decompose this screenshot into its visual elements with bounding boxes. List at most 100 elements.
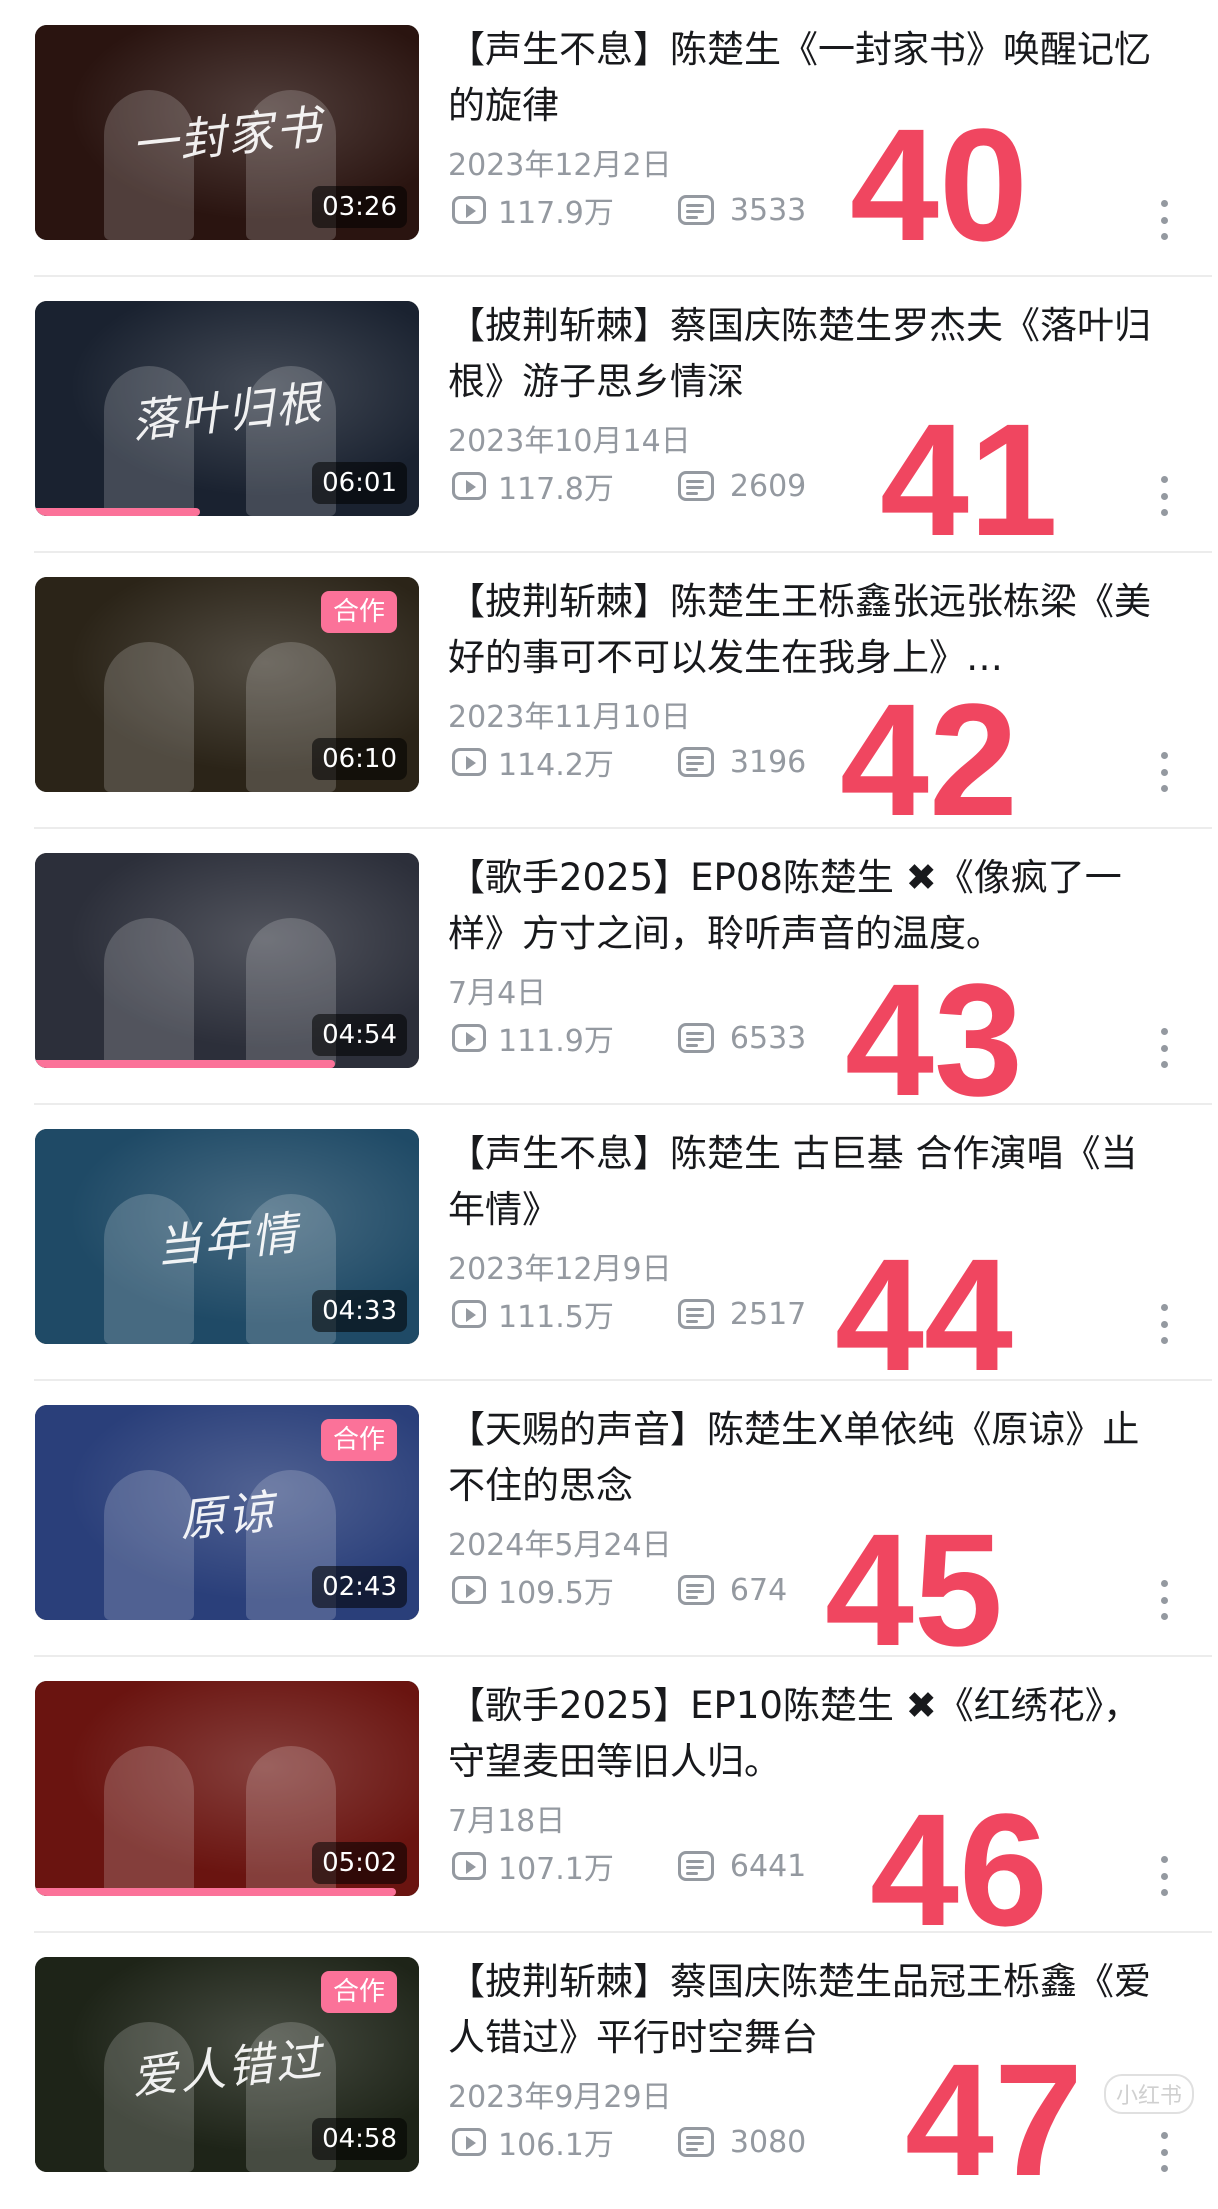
video-duration: 04:54	[312, 1014, 407, 1056]
more-dot	[1160, 1028, 1168, 1035]
video-stats: 111.5万 2517	[452, 1294, 870, 1335]
collab-badge: 合作	[320, 591, 397, 633]
more-dot	[1160, 1044, 1168, 1052]
video-thumbnail[interactable]: 爱人错过 合作 04:58	[35, 1957, 419, 2172]
view-count-value: 111.5万	[498, 1300, 614, 1335]
video-stats: 111.9万 6533	[452, 1016, 870, 1060]
video-thumbnail[interactable]: 原谅 合作 02:43	[35, 1405, 419, 1620]
danmaku-count: 3080	[677, 2124, 807, 2160]
danmaku-icon	[677, 1299, 714, 1329]
danmaku-count-value: 3080	[729, 2124, 807, 2160]
video-thumbnail[interactable]: 一封家书 03:26	[35, 25, 419, 240]
watch-progress-bar	[35, 508, 201, 516]
danmaku-count-value: 2517	[729, 1296, 807, 1332]
view-count-value: 106.1万	[498, 2128, 614, 2163]
rank-number: 44	[835, 1225, 1013, 1404]
video-date: 7月4日	[448, 976, 547, 1011]
danmaku-count: 6441	[677, 1849, 806, 1884]
more-dot	[1160, 200, 1168, 207]
video-list-item[interactable]: 当年情 04:33 【声生不息】陈楚生 古巨基 合作演唱《当年情》 2023年12月9…	[0, 1104, 1218, 1381]
video-duration: 03:26	[312, 186, 407, 228]
more-vertical-icon[interactable]	[1160, 1304, 1168, 1344]
more-vertical-icon[interactable]	[1160, 476, 1168, 516]
video-stats: 107.1万 6441	[452, 1844, 870, 1888]
video-stats: 106.1万 3080	[452, 2122, 870, 2163]
danmaku-count-value: 6533	[729, 1020, 807, 1056]
danmaku-icon	[677, 471, 714, 501]
video-title[interactable]: 【天赐的声音】陈楚生X单依纯《原谅》止不住的思念	[448, 1402, 1168, 1514]
video-title[interactable]: 【歌手2025】EP08陈楚生 ✖《像疯了一样》方寸之间，聆听声音的温度。	[448, 850, 1168, 962]
danmaku-icon	[677, 1851, 714, 1881]
more-vertical-icon[interactable]	[1160, 752, 1168, 792]
video-title[interactable]: 【声生不息】陈楚生 古巨基 合作演唱《当年情》	[448, 1126, 1168, 1238]
video-title[interactable]: 【披荆斩棘】陈楚生王栎鑫张远张栋梁《美好的事可不可以发生在我身上》…	[448, 574, 1168, 686]
video-thumbnail[interactable]: 合作 06:10	[35, 577, 419, 792]
video-title[interactable]: 【歌手2025】EP10陈楚生 ✖《红绣花》，守望麦田等旧人归。	[448, 1678, 1168, 1790]
more-vertical-icon[interactable]	[1160, 200, 1168, 240]
video-thumbnail[interactable]: 04:54	[35, 853, 419, 1068]
danmaku-count-value: 2609	[729, 468, 807, 504]
collab-badge: 合作	[320, 1419, 397, 1461]
view-count-value: 107.1万	[498, 1852, 614, 1887]
view-count: 117.9万	[452, 188, 614, 232]
more-dot	[1160, 492, 1168, 500]
view-count-value: 117.8万	[498, 472, 614, 507]
rank-number: 40	[850, 95, 1028, 274]
video-thumbnail[interactable]: 05:02	[35, 1681, 419, 1896]
video-date: 2023年12月2日	[448, 148, 672, 183]
more-dot	[1160, 2165, 1168, 2172]
danmaku-icon	[677, 2127, 714, 2157]
more-dot	[1160, 2132, 1168, 2139]
more-dot	[1160, 2148, 1168, 2156]
more-vertical-icon[interactable]	[1160, 1580, 1168, 1620]
video-thumbnail[interactable]: 落叶归根 06:01	[35, 301, 419, 516]
rank-number: 41	[880, 390, 1058, 569]
video-list-item[interactable]: 04:54 【歌手2025】EP08陈楚生 ✖《像疯了一样》方寸之间，聆听声音的温…	[0, 828, 1218, 1105]
thumbnail-figure	[104, 642, 195, 792]
rank-number: 42	[840, 670, 1018, 849]
more-dot	[1160, 1337, 1168, 1344]
view-count-value: 117.9万	[498, 196, 614, 231]
view-count-value: 111.9万	[498, 1024, 614, 1059]
danmaku-icon	[677, 1023, 714, 1053]
more-dot	[1160, 233, 1168, 240]
danmaku-count-value: 674	[729, 1572, 788, 1608]
video-date: 7月18日	[448, 1804, 566, 1839]
video-list-item[interactable]: 一封家书 03:26 【声生不息】陈楚生《一封家书》唤醒记忆的旋律 2023年12月2…	[0, 0, 1218, 277]
view-count: 111.9万	[452, 1016, 614, 1060]
video-list-item[interactable]: 原谅 合作 02:43 【天赐的声音】陈楚生X单依纯《原谅》止不住的思念 2024年5月…	[0, 1380, 1218, 1657]
video-stats: 109.5万 674	[452, 1568, 851, 1612]
danmaku-count: 3196	[677, 745, 806, 780]
play-count-icon	[452, 748, 486, 776]
more-dot	[1160, 1061, 1168, 1068]
video-title[interactable]: 【声生不息】陈楚生《一封家书》唤醒记忆的旋律	[448, 22, 1168, 134]
view-count: 109.5万	[452, 1568, 614, 1612]
more-dot	[1160, 1596, 1168, 1604]
video-title[interactable]: 【披荆斩棘】蔡国庆陈楚生罗杰夫《落叶归根》游子思乡情深	[448, 298, 1168, 410]
more-dot	[1160, 768, 1168, 776]
danmaku-count-value: 3533	[729, 192, 807, 228]
more-vertical-icon[interactable]	[1160, 2132, 1168, 2172]
danmaku-count: 2609	[677, 468, 807, 504]
video-date: 2024年5月24日	[448, 1528, 672, 1563]
more-vertical-icon[interactable]	[1160, 1028, 1168, 1068]
view-count-value: 109.5万	[498, 1576, 614, 1611]
more-vertical-icon[interactable]	[1160, 1856, 1168, 1896]
video-stats: 117.8万 2609	[452, 466, 870, 507]
play-count-icon	[452, 1024, 486, 1052]
thumbnail-caption: 原谅	[176, 1483, 278, 1548]
view-count: 107.1万	[452, 1844, 614, 1888]
view-count: 114.2万	[452, 740, 614, 784]
video-list-item[interactable]: 合作 06:10 【披荆斩棘】陈楚生王栎鑫张远张栋梁《美好的事可不可以发生在我身上》…	[0, 552, 1218, 829]
more-dot	[1160, 1580, 1168, 1587]
video-date: 2023年9月29日	[448, 2080, 672, 2115]
video-duration: 04:33	[312, 1290, 407, 1332]
play-count-icon	[452, 1300, 486, 1328]
watch-progress-bar	[35, 1888, 396, 1896]
play-count-icon	[452, 196, 486, 224]
video-thumbnail[interactable]: 当年情 04:33	[35, 1129, 419, 1344]
video-date: 2023年11月10日	[448, 700, 691, 735]
rank-number: 43	[845, 950, 1023, 1129]
more-dot	[1160, 1856, 1168, 1863]
video-duration: 06:10	[312, 738, 407, 780]
